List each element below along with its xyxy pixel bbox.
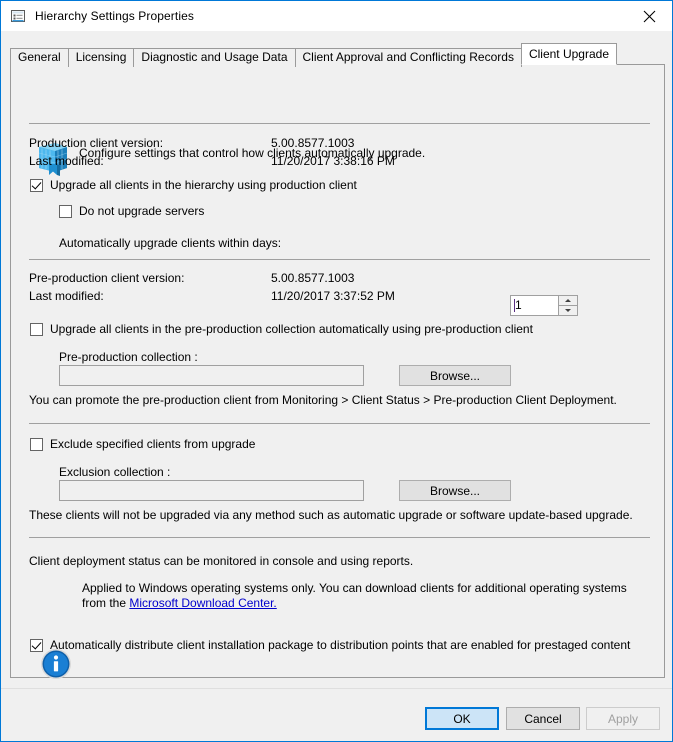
upgrade-preproduction-checkbox-row[interactable]: Upgrade all clients in the pre-productio… <box>30 322 533 336</box>
preproduction-version-label: Pre-production client version: <box>29 271 185 285</box>
window-title: Hierarchy Settings Properties <box>35 9 194 23</box>
information-icon <box>40 648 72 680</box>
stepper-up-button[interactable] <box>559 296 577 305</box>
deployment-status-text: Client deployment status can be monitore… <box>29 554 414 568</box>
divider-2 <box>29 259 650 260</box>
exclude-clients-label: Exclude specified clients from upgrade <box>50 437 256 451</box>
upgrade-all-hierarchy-checkbox-row[interactable]: Upgrade all clients in the hierarchy usi… <box>30 178 357 192</box>
title-bar: Hierarchy Settings Properties <box>1 1 672 31</box>
preproduction-modified-value: 11/20/2017 3:37:52 PM <box>271 289 395 303</box>
do-not-upgrade-servers-checkbox-row[interactable]: Do not upgrade servers <box>59 204 204 218</box>
client-upgrade-panel: Configure settings that control how clie… <box>10 64 665 680</box>
stepper-down-button[interactable] <box>559 305 577 315</box>
exclusion-collection-input[interactable] <box>59 480 364 501</box>
stepper-buttons <box>558 296 577 315</box>
tab-diagnostic-and-usage-data[interactable]: Diagnostic and Usage Data <box>133 48 296 67</box>
tab-client-upgrade[interactable]: Client Upgrade <box>520 43 617 65</box>
apply-button: Apply <box>586 707 660 730</box>
production-modified-label: Last modified: <box>29 154 104 168</box>
preproduction-version-value: 5.00.8577.1003 <box>271 271 355 285</box>
exclusion-hint: These clients will not be upgraded via a… <box>29 508 633 522</box>
do-not-upgrade-servers-label: Do not upgrade servers <box>79 204 205 218</box>
chevron-down-icon <box>565 309 571 312</box>
dialog-window: Hierarchy Settings Properties General Li… <box>0 0 673 742</box>
tab-licensing[interactable]: Licensing <box>67 48 135 67</box>
exclusion-collection-label: Exclusion collection : <box>59 465 171 479</box>
tab-strip: General Licensing Diagnostic and Usage D… <box>10 43 617 67</box>
production-version-label: Production client version: <box>29 136 164 150</box>
ok-button[interactable]: OK <box>425 707 499 730</box>
preproduction-collection-label: Pre-production collection : <box>59 350 198 364</box>
chevron-up-icon <box>565 299 571 302</box>
window-form-icon <box>10 8 26 24</box>
exclusion-browse-button[interactable]: Browse... <box>399 480 511 501</box>
divider-3 <box>29 423 650 424</box>
tab-client-approval-and-conflicting-records[interactable]: Client Approval and Conflicting Records <box>294 48 522 67</box>
download-center-info: Applied to Windows operating systems onl… <box>82 581 627 611</box>
preproduction-collection-input[interactable] <box>59 365 364 386</box>
close-icon[interactable] <box>626 1 672 31</box>
upgrade-preproduction-label: Upgrade all clients in the pre-productio… <box>50 322 533 336</box>
preproduction-browse-button[interactable]: Browse... <box>399 365 511 386</box>
text-caret <box>514 299 515 312</box>
upgrade-all-hierarchy-label: Upgrade all clients in the hierarchy usi… <box>50 178 357 192</box>
exclude-clients-checkbox[interactable] <box>30 437 43 451</box>
auto-distribute-package-checkbox[interactable] <box>30 638 43 652</box>
microsoft-download-center-link[interactable]: Microsoft Download Center. <box>129 596 276 610</box>
upgrade-all-hierarchy-checkbox[interactable] <box>30 178 43 192</box>
auto-distribute-package-checkbox-row[interactable]: Automatically distribute client installa… <box>30 638 630 652</box>
divider-1 <box>29 123 650 124</box>
footer-divider <box>1 688 672 689</box>
production-modified-value: 11/20/2017 3:38:16 PM <box>271 154 395 168</box>
divider-4 <box>29 537 650 538</box>
cancel-button[interactable]: Cancel <box>506 707 580 730</box>
do-not-upgrade-servers-checkbox[interactable] <box>59 204 72 218</box>
auto-upgrade-days-value[interactable]: 1 <box>511 296 559 315</box>
production-version-value: 5.00.8577.1003 <box>271 136 355 150</box>
auto-upgrade-days-label: Automatically upgrade clients within day… <box>59 236 282 250</box>
auto-distribute-package-label: Automatically distribute client installa… <box>50 638 631 652</box>
auto-upgrade-days-stepper[interactable]: 1 <box>510 295 578 316</box>
exclude-clients-checkbox-row[interactable]: Exclude specified clients from upgrade <box>30 437 255 451</box>
upgrade-preproduction-checkbox[interactable] <box>30 322 43 336</box>
preproduction-modified-label: Last modified: <box>29 289 104 303</box>
preproduction-hint: You can promote the pre-production clien… <box>29 393 617 407</box>
tab-general[interactable]: General <box>10 48 69 67</box>
